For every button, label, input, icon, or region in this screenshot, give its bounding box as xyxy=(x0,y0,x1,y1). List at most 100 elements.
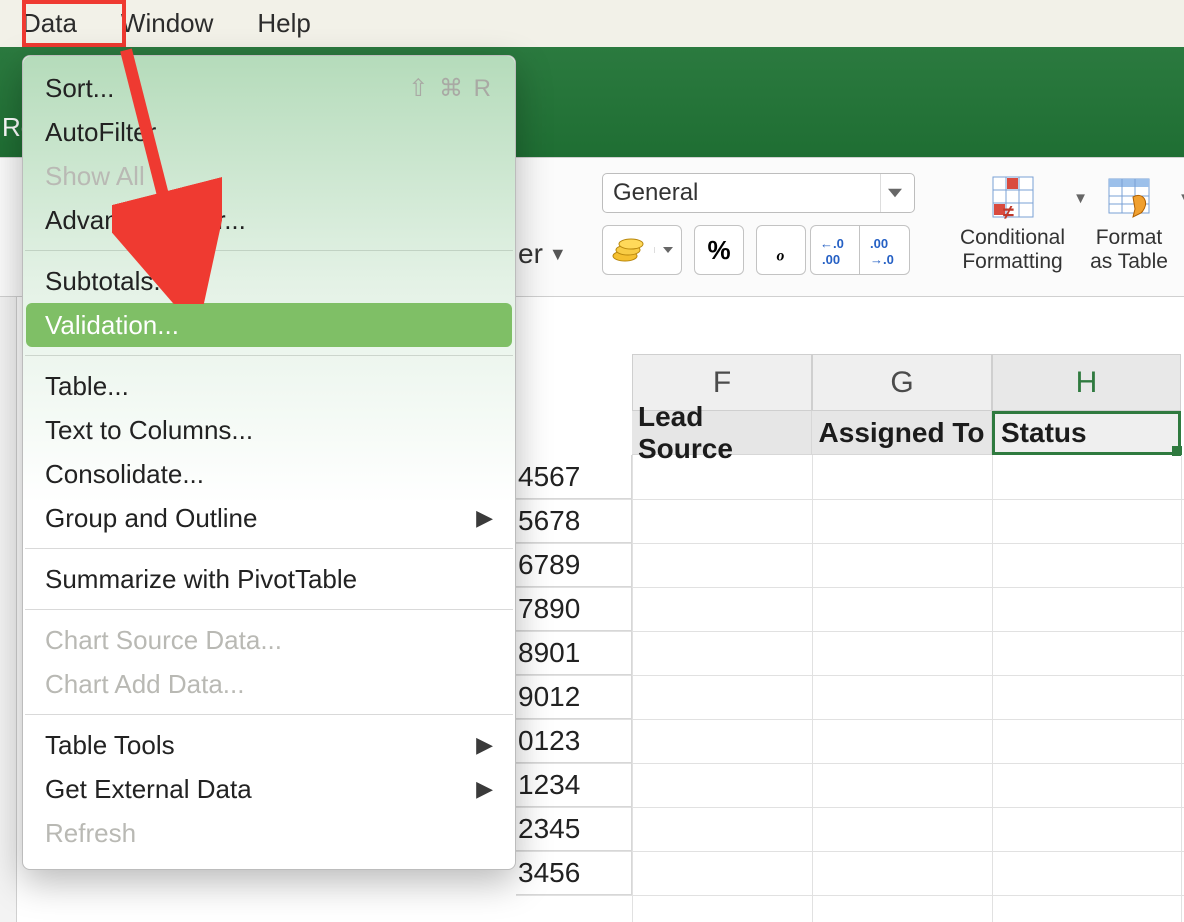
conditional-formatting-label-2: Formatting xyxy=(955,250,1070,274)
menu-item-validation[interactable]: Validation... xyxy=(26,303,512,347)
row-header-gutter xyxy=(0,297,17,922)
gridline xyxy=(516,895,1184,896)
partial-phone-cell[interactable]: 2345 xyxy=(516,807,632,851)
menu-separator xyxy=(25,548,513,549)
menu-item-table[interactable]: Table... xyxy=(23,364,515,408)
increase-decimal-icon: ←.0 .00 xyxy=(818,234,852,266)
combo-caret-icon xyxy=(880,174,908,212)
data-menu-dropdown: Sort... ⇧ ⌘ R AutoFilter Show All Advanc… xyxy=(22,55,516,870)
menu-help[interactable]: Help xyxy=(257,8,310,39)
menu-item-chart-add-data-label: Chart Add Data... xyxy=(45,669,244,700)
conditional-formatting-label-1: Conditional xyxy=(955,226,1070,250)
partial-phone-cell[interactable]: 3456 xyxy=(516,851,632,895)
menu-data[interactable]: Data xyxy=(22,8,77,39)
menu-item-show-all-label: Show All xyxy=(45,161,145,192)
number-format-value: General xyxy=(613,179,698,207)
table-header-lead-source[interactable]: Lead Source xyxy=(632,411,812,455)
menu-item-chart-add-data: Chart Add Data... xyxy=(23,662,515,706)
conditional-formatting-button[interactable]: ≠ ▼ Conditional Formatting xyxy=(955,168,1070,274)
svg-text:.00: .00 xyxy=(870,236,888,251)
menu-item-sort-shortcut: ⇧ ⌘ R xyxy=(408,74,493,103)
menu-item-validation-label: Validation... xyxy=(45,310,179,341)
menu-item-text-to-columns-label: Text to Columns... xyxy=(45,415,253,446)
svg-text:.00: .00 xyxy=(822,252,840,266)
menu-item-subtotals-label: Subtotals... xyxy=(45,266,175,297)
menu-item-text-to-columns[interactable]: Text to Columns... xyxy=(23,408,515,452)
menu-item-consolidate-label: Consolidate... xyxy=(45,459,204,490)
menu-item-advanced-filter[interactable]: Advanced Filter... xyxy=(23,198,515,242)
caret-down-icon: ▼ xyxy=(1178,190,1184,207)
decrease-decimal-button[interactable]: .00 →.0 xyxy=(860,225,910,275)
svg-text:→.0: →.0 xyxy=(870,252,894,266)
menu-item-show-all: Show All xyxy=(23,154,515,198)
menu-separator xyxy=(25,250,513,251)
menubar: Data Window Help xyxy=(0,0,1184,47)
conditional-formatting-icon: ≠ xyxy=(989,173,1037,221)
percent-button[interactable]: % xyxy=(694,225,744,275)
menu-item-sort[interactable]: Sort... ⇧ ⌘ R xyxy=(23,66,515,110)
partial-phone-cell[interactable]: 1234 xyxy=(516,763,632,807)
column-header-f-label: F xyxy=(713,366,731,400)
comma-style-button[interactable]: ₒ xyxy=(756,225,806,275)
table-header-lead-source-label: Lead Source xyxy=(638,401,805,465)
menu-item-advanced-filter-label: Advanced Filter... xyxy=(45,205,246,236)
table-header-assigned-to-label: Assigned To xyxy=(819,417,985,449)
column-header-h[interactable]: H xyxy=(992,354,1181,411)
menu-item-pivottable-label: Summarize with PivotTable xyxy=(45,564,357,595)
menu-item-autofilter[interactable]: AutoFilter xyxy=(23,110,515,154)
comma-icon: ₒ xyxy=(777,235,785,265)
menu-item-sort-label: Sort... xyxy=(45,73,114,104)
menu-item-group-outline[interactable]: Group and Outline ▶ xyxy=(23,496,515,540)
menu-window[interactable]: Window xyxy=(121,8,213,39)
menu-item-table-label: Table... xyxy=(45,371,129,402)
column-header-g-label: G xyxy=(890,366,913,400)
number-format-combo[interactable]: General xyxy=(602,173,915,213)
column-header-g[interactable]: G xyxy=(812,354,992,411)
partial-phone-cell[interactable]: 6789 xyxy=(516,543,632,587)
menu-item-group-outline-label: Group and Outline xyxy=(45,503,257,534)
menu-item-get-external-data-label: Get External Data xyxy=(45,774,252,805)
format-as-table-icon xyxy=(1105,173,1153,221)
caret-down-icon xyxy=(663,247,673,253)
partial-phone-cell[interactable]: 4567 xyxy=(516,455,632,499)
format-as-table-label-2: as Table xyxy=(1083,250,1175,274)
menu-item-refresh-label: Refresh xyxy=(45,818,136,849)
toolbar-partial-er[interactable]: er ▼ xyxy=(518,238,567,270)
percent-icon: % xyxy=(707,235,730,266)
partial-phone-cell[interactable]: 8901 xyxy=(516,631,632,675)
menu-separator xyxy=(25,609,513,610)
svg-text:←.0: ←.0 xyxy=(820,236,844,251)
coins-icon xyxy=(611,236,645,264)
format-as-table-label-1: Format xyxy=(1083,226,1175,250)
menu-separator xyxy=(25,714,513,715)
menu-item-refresh: Refresh xyxy=(23,811,515,855)
increase-decimal-button[interactable]: ←.0 .00 xyxy=(810,225,860,275)
currency-button[interactable] xyxy=(602,225,682,275)
table-header-status-label: Status xyxy=(1001,417,1087,449)
toolbar-partial-er-text: er xyxy=(518,238,543,270)
svg-text:≠: ≠ xyxy=(1003,202,1014,221)
menu-item-autofilter-label: AutoFilter xyxy=(45,117,156,148)
menu-item-pivottable[interactable]: Summarize with PivotTable xyxy=(23,557,515,601)
table-header-status-selected-cell[interactable]: Status xyxy=(992,411,1181,455)
menu-item-chart-source-data-label: Chart Source Data... xyxy=(45,625,282,656)
menu-item-get-external-data[interactable]: Get External Data ▶ xyxy=(23,767,515,811)
menu-item-table-tools[interactable]: Table Tools ▶ xyxy=(23,723,515,767)
submenu-arrow-icon: ▶ xyxy=(476,505,493,531)
submenu-arrow-icon: ▶ xyxy=(476,732,493,758)
menu-item-chart-source-data: Chart Source Data... xyxy=(23,618,515,662)
partial-phone-cell[interactable]: 7890 xyxy=(516,587,632,631)
column-header-h-label: H xyxy=(1076,366,1098,400)
partial-phone-cell[interactable]: 5678 xyxy=(516,499,632,543)
table-header-assigned-to[interactable]: Assigned To xyxy=(812,411,992,455)
partial-phone-cell[interactable]: 0123 xyxy=(516,719,632,763)
menu-item-table-tools-label: Table Tools xyxy=(45,730,175,761)
partial-phone-cell[interactable]: 9012 xyxy=(516,675,632,719)
menu-separator xyxy=(25,355,513,356)
menu-item-subtotals[interactable]: Subtotals... xyxy=(23,259,515,303)
format-as-table-button[interactable]: ▼ Format as Table xyxy=(1083,168,1175,274)
currency-dropdown-caret[interactable] xyxy=(654,247,681,253)
submenu-arrow-icon: ▶ xyxy=(476,776,493,802)
decrease-decimal-icon: .00 →.0 xyxy=(868,234,902,266)
menu-item-consolidate[interactable]: Consolidate... xyxy=(23,452,515,496)
